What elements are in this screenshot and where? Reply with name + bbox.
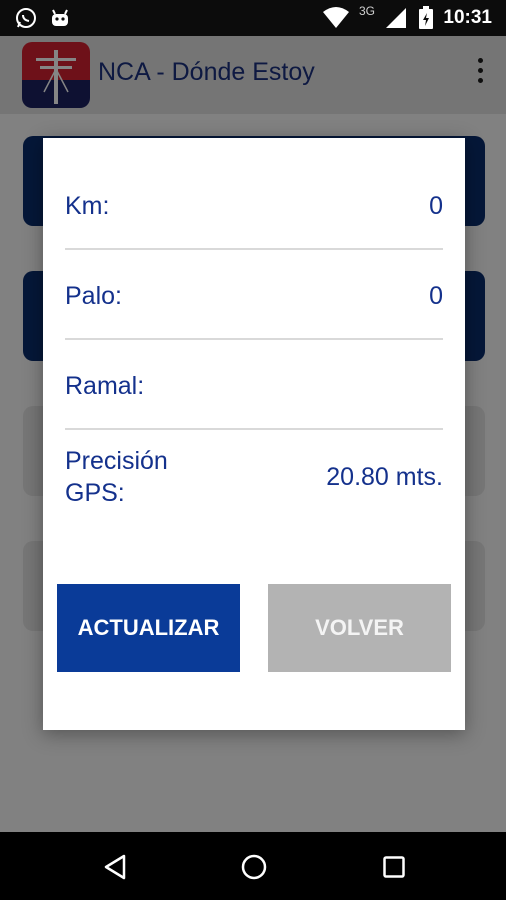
divider: [65, 428, 443, 430]
location-dialog: Km: 0 Palo: 0 Ramal: Precisión GPS: 20.8…: [43, 138, 465, 730]
divider: [65, 338, 443, 340]
ramal-label: Ramal:: [65, 372, 145, 400]
gps-precision-value: 20.80 mts.: [326, 462, 443, 491]
gps-precision-label-line1: Precisión: [65, 447, 168, 475]
km-label: Km:: [65, 192, 110, 220]
palo-value: 0: [429, 281, 443, 310]
gps-precision-label-line2: GPS:: [65, 479, 125, 507]
palo-row: Palo: 0: [65, 278, 443, 314]
gps-precision-row: Precisión GPS: 20.80 mts.: [65, 444, 443, 510]
battery-icon: [418, 6, 434, 35]
km-value: 0: [429, 191, 443, 220]
ramal-row: Ramal:: [65, 368, 443, 404]
android-icon: [48, 6, 72, 35]
wifi-icon: [322, 6, 350, 35]
km-row: Km: 0: [65, 188, 443, 224]
update-button[interactable]: ACTUALIZAR: [57, 584, 240, 672]
recents-icon[interactable]: [373, 846, 415, 888]
whatsapp-icon: [14, 6, 38, 35]
status-time: 10:31: [443, 7, 492, 28]
network-type: 3G: [359, 4, 376, 18]
back-button[interactable]: VOLVER: [268, 584, 451, 672]
palo-label: Palo:: [65, 282, 122, 310]
navigation-bar: [0, 832, 506, 900]
status-bar: 3G 10:31: [0, 0, 506, 36]
home-icon[interactable]: [233, 846, 275, 888]
back-icon[interactable]: [94, 846, 136, 888]
gps-precision-label: Precisión GPS:: [65, 445, 168, 509]
signal-icon: [384, 6, 408, 35]
divider: [65, 248, 443, 250]
